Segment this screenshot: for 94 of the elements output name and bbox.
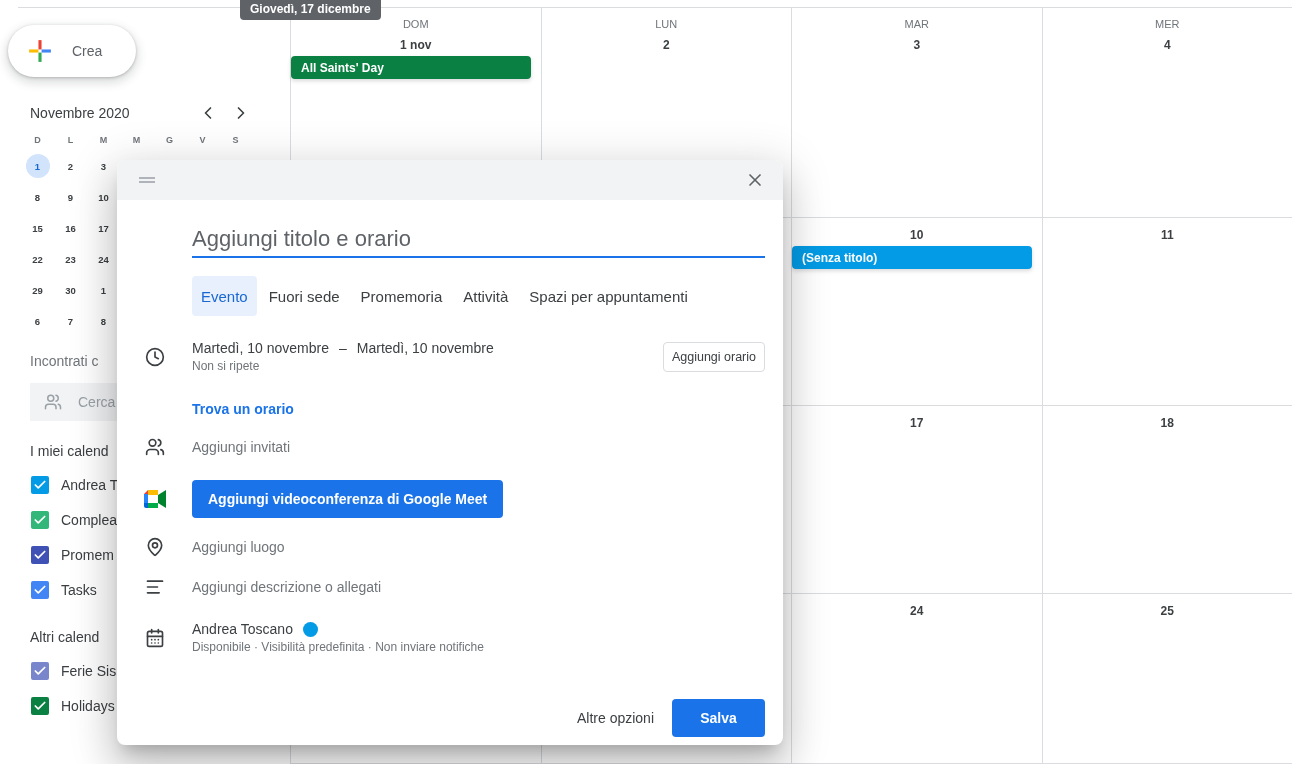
tab[interactable]: Spazi per appuntamenti (520, 276, 697, 316)
people-icon (44, 393, 62, 411)
clock-icon (144, 346, 165, 367)
calendar-label: Andrea T (61, 476, 119, 493)
day-number[interactable]: 15 (25, 216, 50, 240)
weekday-label: D (33, 135, 42, 147)
weekday-label: V (198, 135, 207, 147)
calendar-label: Holidays (61, 697, 115, 714)
date-separator: – (338, 340, 347, 356)
guests-icon (144, 437, 165, 457)
weekday-label: MAR (904, 18, 929, 32)
checkbox[interactable] (31, 545, 49, 564)
owner-name[interactable]: Andrea Toscano (192, 621, 293, 637)
weekday-label: DOM (402, 18, 429, 32)
weekday-label: L (66, 135, 75, 147)
weekday-label: M (131, 135, 142, 147)
add-time-button[interactable]: Aggiungi orario (662, 341, 765, 372)
tooltip: Giovedì, 17 dicembre (240, 0, 381, 20)
day-number[interactable]: 1 (25, 154, 50, 178)
tab[interactable]: Evento (192, 276, 257, 316)
drag-handle-icon[interactable] (139, 177, 155, 183)
day-cell[interactable]: MAR 3 (791, 8, 1042, 218)
date-number[interactable]: 17 (910, 416, 924, 432)
checkbox[interactable] (31, 475, 49, 494)
day-cell[interactable]: 25 (1041, 594, 1292, 764)
save-button[interactable]: Salva (672, 699, 765, 737)
day-number[interactable]: 29 (25, 278, 50, 302)
day-cell[interactable]: MER 4 (1041, 8, 1292, 218)
checkbox[interactable] (31, 661, 49, 680)
recurrence-text[interactable]: Non si ripete (192, 359, 663, 373)
date-number[interactable]: 2 (662, 38, 670, 54)
day-number[interactable]: 9 (58, 185, 83, 209)
day-number[interactable]: 2 (58, 154, 83, 178)
start-date[interactable]: Martedì, 10 novembre (192, 340, 329, 356)
day-number[interactable]: 16 (58, 216, 83, 240)
day-number[interactable]: 23 (58, 247, 83, 271)
calendar-label: Tasks (61, 581, 97, 598)
meet-button[interactable]: Aggiungi videoconferenza di Google Meet (192, 480, 504, 518)
find-time-link[interactable]: Trova un orario (192, 401, 294, 417)
tab[interactable]: Fuori sede (259, 276, 349, 316)
checkbox[interactable] (31, 696, 49, 715)
weekday-label: M (98, 135, 109, 147)
day-number[interactable]: 22 (25, 247, 50, 271)
tab[interactable]: Promemoria (351, 276, 452, 316)
owner-details: Disponibile · Visibilità predefinita · Non inviare notifiche (192, 640, 485, 654)
weekday-label: LUN (655, 18, 678, 32)
day-number[interactable]: 7 (58, 309, 83, 333)
calendar-icon (144, 627, 165, 648)
date-number[interactable]: 1 nov (400, 38, 432, 54)
day-number[interactable]: 24 (91, 247, 116, 271)
date-number[interactable]: 11 (1160, 228, 1174, 244)
weekday-label: G (165, 135, 174, 147)
date-number[interactable]: 18 (1160, 416, 1174, 432)
plus-icon (26, 37, 54, 65)
day-number[interactable]: 30 (58, 278, 83, 302)
day-cell[interactable]: 17 (791, 406, 1042, 594)
day-cell[interactable]: 18 (1041, 406, 1292, 594)
day-number[interactable]: 8 (25, 185, 50, 209)
section-title: I miei calend (30, 443, 109, 461)
day-number[interactable]: 3 (91, 154, 116, 178)
weekday-label: MER (1155, 18, 1180, 32)
event-chip[interactable]: All Saints' Day (291, 56, 531, 79)
day-number[interactable]: 10 (91, 185, 116, 209)
weekday-label: S (231, 135, 240, 147)
description-text[interactable]: Aggiungi descrizione o allegati (192, 579, 382, 595)
calendar-label: Complea (61, 511, 118, 528)
more-options-button[interactable]: Altre opzioni (566, 699, 664, 737)
day-number[interactable]: 6 (25, 309, 50, 333)
day-cell[interactable]: 10 (Senza titolo) (791, 218, 1042, 406)
tab[interactable]: Attività (454, 276, 518, 316)
day-cell[interactable]: 11 (1041, 218, 1292, 406)
day-number[interactable]: 1 (91, 278, 116, 302)
calendar-label: Ferie Sis (61, 662, 117, 679)
location-text[interactable]: Aggiungi luogo (192, 539, 285, 555)
section-title: Incontrati c (30, 353, 99, 371)
date-number[interactable]: 24 (910, 604, 924, 620)
checkbox[interactable] (31, 580, 49, 599)
day-number[interactable]: 17 (91, 216, 116, 240)
section-title: Altri calend (30, 629, 100, 647)
color-dot[interactable] (302, 621, 318, 637)
description-icon (144, 577, 165, 597)
date-number[interactable]: 25 (1160, 604, 1174, 620)
date-number[interactable]: 3 (913, 38, 921, 54)
checkbox[interactable] (31, 510, 49, 529)
date-number[interactable]: 10 (910, 228, 924, 244)
create-button[interactable]: Crea (8, 25, 136, 77)
calendar-label: Promem (61, 546, 114, 563)
day-cell[interactable]: 24 (791, 594, 1042, 764)
date-number[interactable]: 4 (1163, 38, 1171, 54)
month-title: Novembre 2020 (30, 105, 131, 121)
end-date[interactable]: Martedì, 10 novembre (356, 340, 494, 356)
day-number[interactable]: 8 (91, 309, 116, 333)
video-camera-icon (143, 490, 166, 508)
guests-text[interactable]: Aggiungi invitati (192, 439, 291, 455)
